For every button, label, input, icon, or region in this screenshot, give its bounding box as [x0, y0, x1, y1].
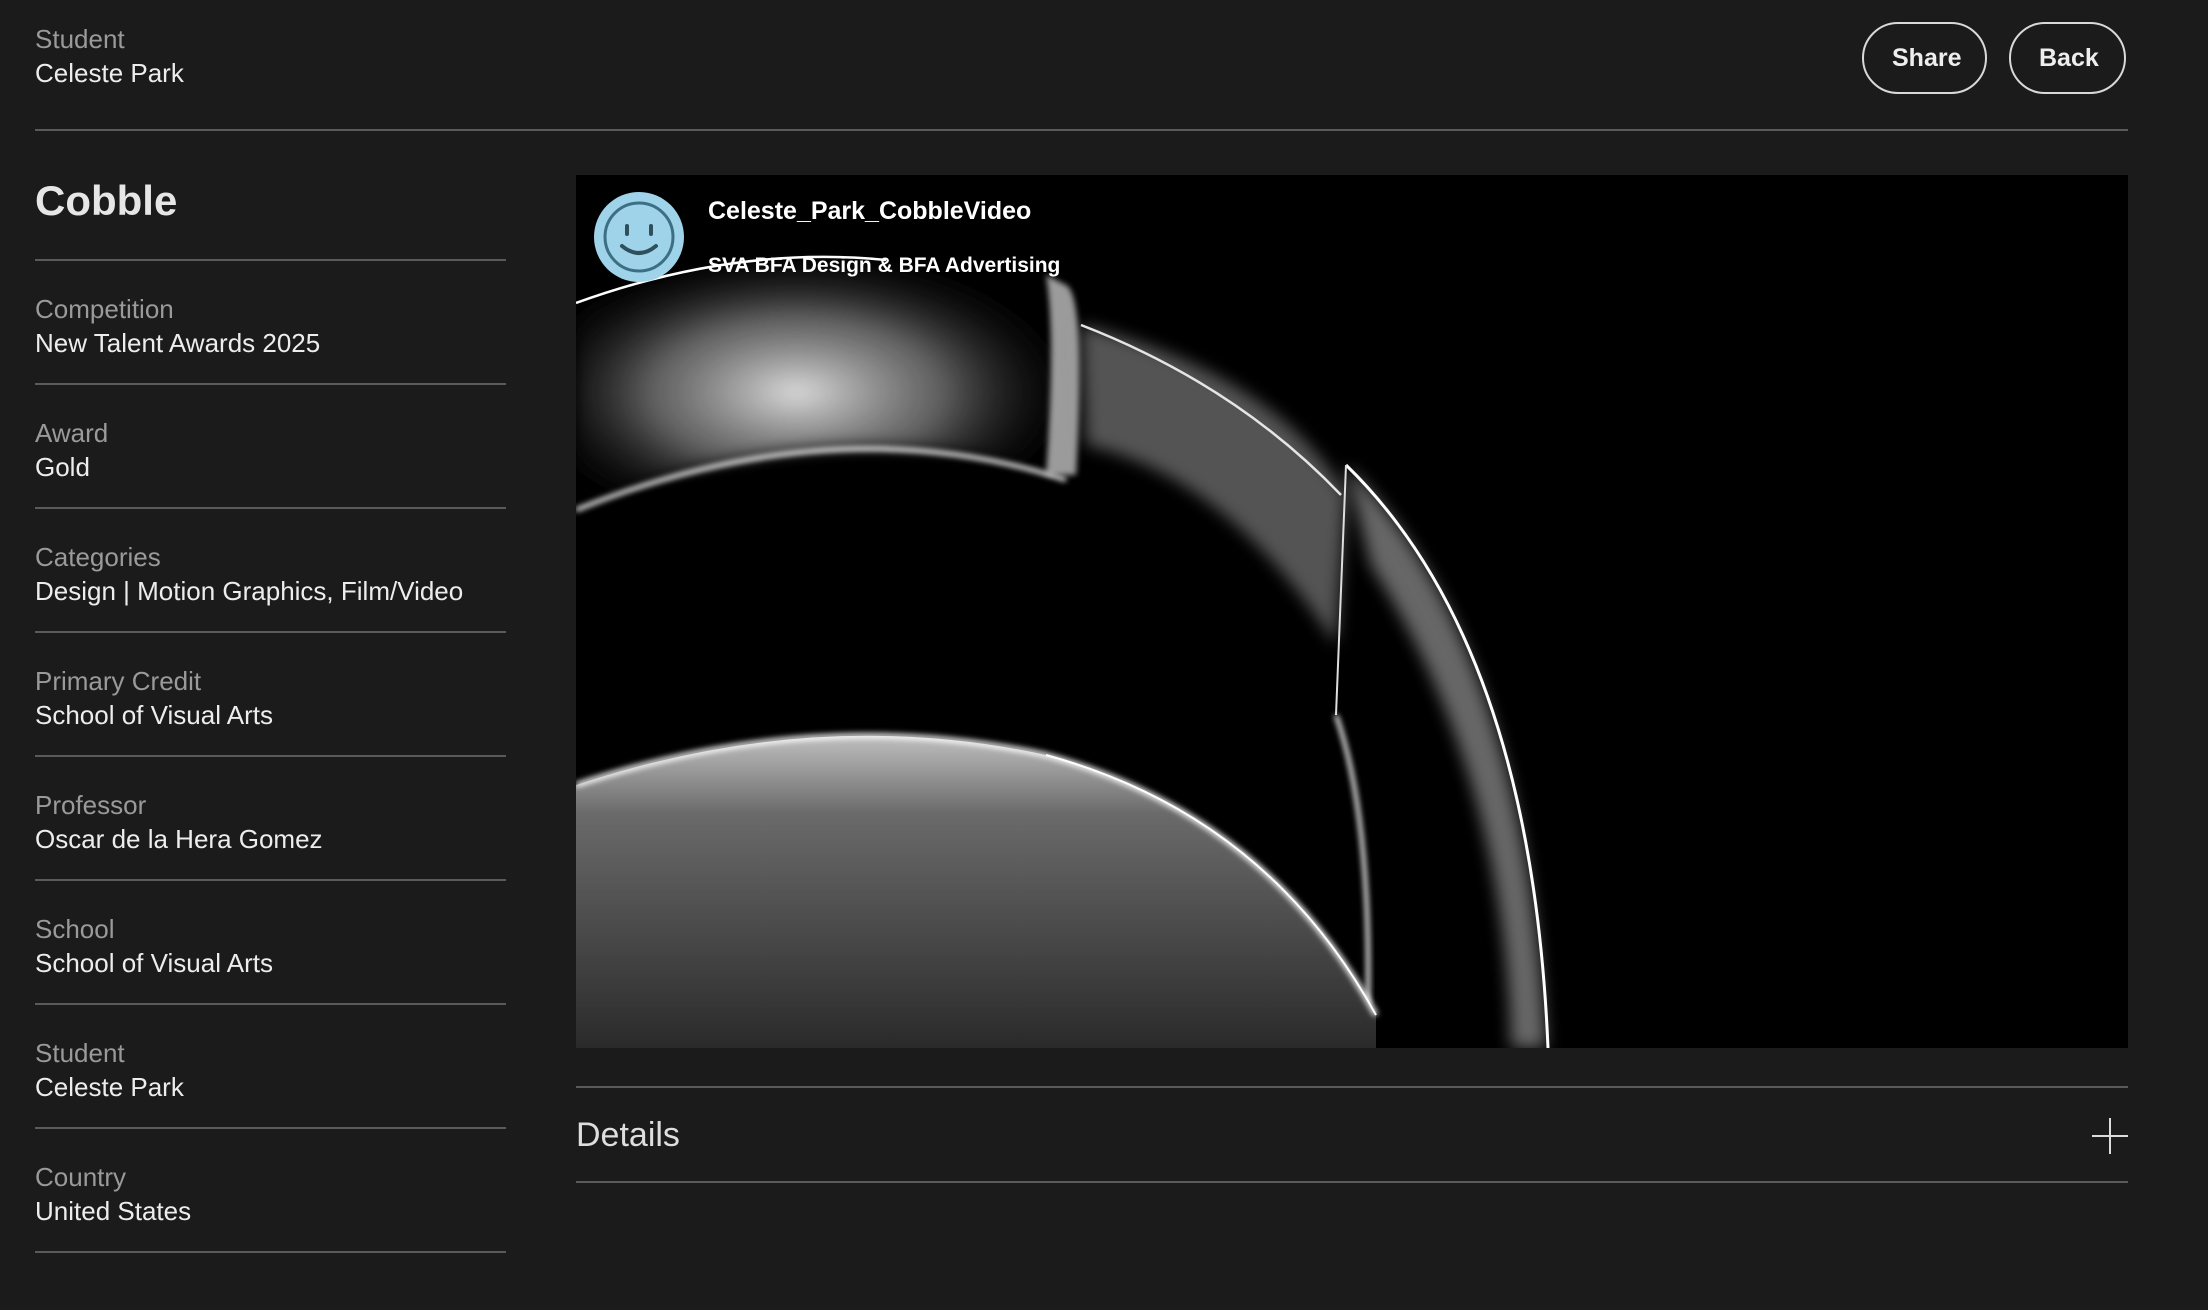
meta-primary-credit: Primary Credit School of Visual Arts	[35, 633, 506, 757]
student-label: Student	[35, 24, 125, 54]
meta-competition: Competition New Talent Awards 2025	[35, 261, 506, 385]
meta-label: Competition	[35, 294, 174, 324]
meta-value: Design | Motion Graphics, Film/Video	[35, 576, 464, 606]
details-accordion[interactable]: Details	[576, 1086, 2128, 1183]
meta-label: Award	[35, 418, 109, 448]
plus-icon[interactable]	[2092, 1118, 2128, 1154]
meta-award: Award Gold	[35, 385, 506, 509]
smiley-face-icon[interactable]	[594, 192, 684, 282]
video-player[interactable]: Celeste_Park_CobbleVideo SVA BFA Design …	[576, 175, 2128, 1048]
meta-professor: Professor Oscar de la Hera Gomez	[35, 757, 506, 881]
meta-label: School	[35, 914, 115, 944]
project-sidebar: Cobble Competition New Talent Awards 202…	[35, 170, 506, 1253]
share-button[interactable]: Share	[1862, 22, 1987, 94]
meta-value: Oscar de la Hera Gomez	[35, 824, 323, 854]
project-title: Cobble	[35, 170, 506, 261]
meta-value: Gold	[35, 452, 90, 482]
meta-value: New Talent Awards 2025	[35, 328, 321, 358]
meta-school: School School of Visual Arts	[35, 881, 506, 1005]
meta-student: Student Celeste Park	[35, 1005, 506, 1129]
meta-value: United States	[35, 1196, 192, 1226]
video-title[interactable]: Celeste_Park_CobbleVideo	[708, 197, 1031, 226]
meta-label: Primary Credit	[35, 666, 202, 696]
student-name: Celeste Park	[35, 58, 184, 88]
student-header: Student Celeste Park	[35, 22, 184, 90]
meta-value: School of Visual Arts	[35, 948, 273, 978]
meta-label: Country	[35, 1162, 127, 1192]
meta-value: Celeste Park	[35, 1072, 184, 1102]
meta-label: Categories	[35, 542, 161, 572]
meta-country: Country United States	[35, 1129, 506, 1253]
meta-label: Professor	[35, 790, 147, 820]
back-button[interactable]: Back	[2009, 22, 2126, 94]
header-actions: Share Back	[1862, 22, 2126, 94]
video-channel[interactable]: SVA BFA Design & BFA Advertising	[708, 254, 1060, 278]
video-frame	[576, 254, 1550, 1048]
meta-label: Student	[35, 1038, 125, 1068]
details-label: Details	[576, 1116, 680, 1154]
meta-categories: Categories Design | Motion Graphics, Fil…	[35, 509, 506, 633]
header-divider	[35, 129, 2128, 131]
meta-value: School of Visual Arts	[35, 700, 273, 730]
